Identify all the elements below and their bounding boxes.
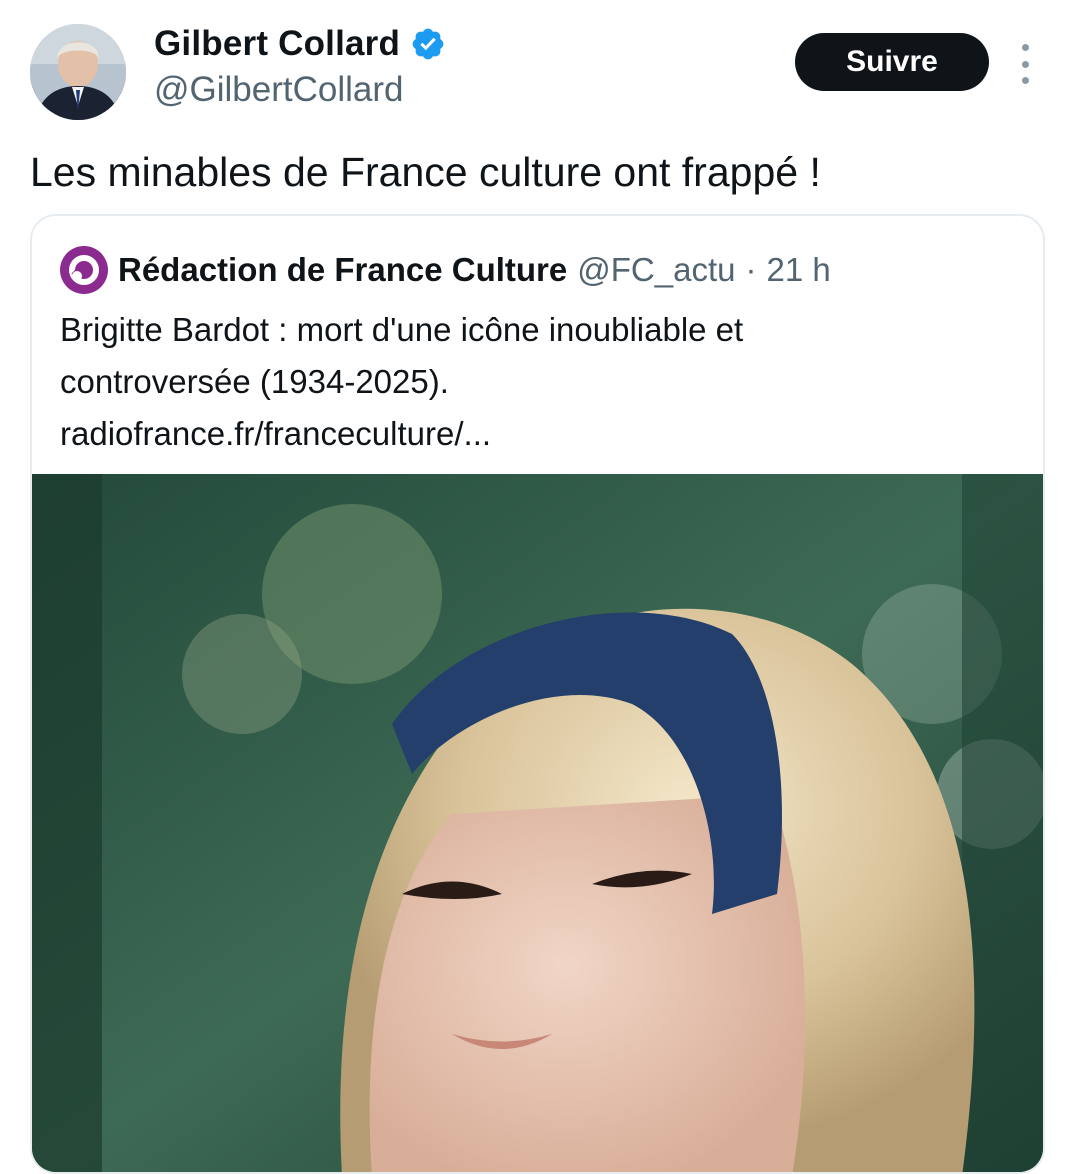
quoted-tweet-card[interactable]: Rédaction de France Culture @FC_actu · 2… bbox=[30, 214, 1045, 1174]
author-display-name[interactable]: Gilbert Collard bbox=[154, 24, 400, 64]
quoted-text: Brigitte Bardot : mort d'une icône inoub… bbox=[60, 304, 1020, 460]
separator-dot: · bbox=[745, 251, 757, 288]
more-dot bbox=[1021, 44, 1029, 51]
author-handle[interactable]: @GilbertCollard bbox=[154, 70, 404, 110]
quoted-header: Rédaction de France Culture @FC_actu · 2… bbox=[60, 246, 831, 294]
tweet-text: Les minables de France culture ont frapp… bbox=[30, 149, 821, 195]
avatar[interactable] bbox=[30, 24, 126, 120]
more-vertical-icon[interactable] bbox=[1010, 44, 1040, 84]
quoted-media-image[interactable] bbox=[32, 474, 1043, 1172]
quoted-text-line: controversée (1934-2025). bbox=[60, 363, 449, 400]
quoted-timestamp[interactable]: 21 h bbox=[766, 251, 830, 289]
quoted-author-name[interactable]: Rédaction de France Culture bbox=[118, 251, 567, 289]
quoted-author-handle[interactable]: @FC_actu bbox=[577, 251, 735, 289]
verified-badge-icon bbox=[410, 26, 446, 62]
quoted-link[interactable]: radiofrance.fr/franceculture/... bbox=[60, 408, 1020, 460]
quoted-text-line: Brigitte Bardot : mort d'une icône inoub… bbox=[60, 311, 744, 348]
more-dot bbox=[1021, 60, 1029, 68]
more-dot bbox=[1021, 77, 1029, 84]
france-culture-logo-icon[interactable] bbox=[60, 246, 108, 294]
tweet: Gilbert Collard @GilbertCollard Suivre L… bbox=[0, 0, 1075, 1174]
follow-button[interactable]: Suivre bbox=[795, 33, 989, 91]
author-name-row: Gilbert Collard bbox=[154, 24, 446, 64]
